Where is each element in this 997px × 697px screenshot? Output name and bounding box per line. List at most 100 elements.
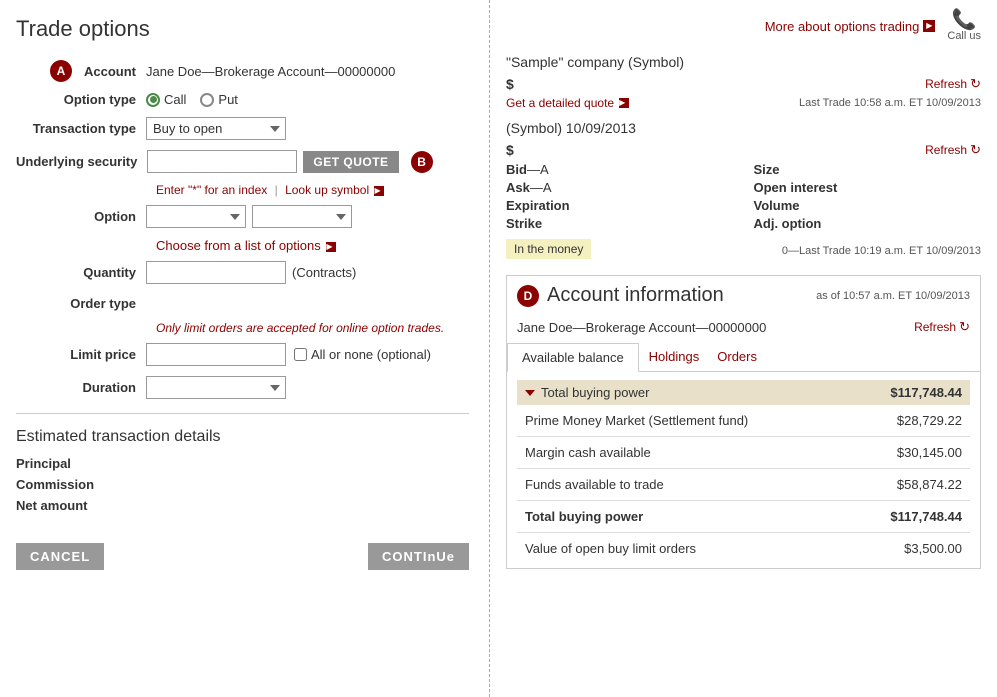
more-options-link[interactable]: More about options trading ▶	[765, 19, 936, 34]
account-value: Jane Doe—Brokerage Account—00000000	[146, 64, 395, 79]
limit-price-label: Limit price	[16, 347, 146, 362]
duration-label: Duration	[16, 380, 146, 395]
account-info-title-row: D Account information	[517, 284, 724, 307]
put-radio[interactable]	[200, 93, 214, 107]
company-refresh-link[interactable]: Refresh ↻	[925, 76, 981, 92]
in-money-badge: In the money	[506, 239, 591, 259]
quantity-input[interactable]	[146, 261, 286, 284]
duration-row: Duration	[16, 376, 469, 399]
quantity-input-row: (Contracts)	[146, 261, 356, 284]
strike-label: Strike	[506, 216, 542, 231]
balance-item-2: Funds available to trade $58,874.22	[517, 473, 970, 496]
contracts-label: (Contracts)	[292, 265, 356, 280]
size-label: Size	[754, 162, 780, 177]
separator: |	[275, 183, 278, 197]
account-info-name: Jane Doe—Brokerage Account—00000000	[517, 320, 766, 335]
option-select-2[interactable]	[252, 205, 352, 228]
size-item: Size	[754, 162, 982, 177]
buying-power-value: $117,748.44	[890, 385, 962, 400]
company-price-dollar: $	[506, 76, 514, 92]
net-amount-label: Net amount	[16, 498, 146, 513]
volume-label: Volume	[754, 198, 800, 213]
help-links: Enter "*" for an index | Look up symbol …	[156, 183, 469, 197]
cancel-button[interactable]: CANCEL	[16, 543, 104, 570]
call-radio[interactable]	[146, 93, 160, 107]
choose-options-link[interactable]: Choose from a list of options ▶	[156, 238, 336, 253]
underlying-row: GET QUOTE B	[147, 150, 432, 173]
commission-row: Commission	[16, 477, 469, 492]
as-of-text: as of 10:57 a.m. ET 10/09/2013	[816, 290, 970, 302]
call-label: Call	[164, 92, 186, 107]
option-refresh-link[interactable]: Refresh ↻	[925, 142, 981, 158]
duration-select[interactable]	[146, 376, 286, 399]
detailed-quote-icon: ▶	[619, 98, 629, 108]
company-name: "Sample" company (Symbol)	[506, 54, 981, 70]
all-or-none-group: All or none (optional)	[294, 347, 431, 362]
put-option[interactable]: Put	[200, 92, 238, 107]
quantity-label: Quantity	[16, 265, 146, 280]
in-money-row: In the money 0—Last Trade 10:19 a.m. ET …	[506, 239, 981, 263]
tab-holdings[interactable]: Holdings	[641, 343, 708, 371]
transaction-type-select[interactable]: Buy to open Sell to close Buy to close S…	[146, 117, 286, 140]
strike-item: Strike	[506, 216, 734, 231]
tab-available-balance[interactable]: Available balance	[507, 343, 639, 372]
option-select-1[interactable]	[146, 205, 246, 228]
lookup-symbol-link[interactable]: Look up symbol ▶	[285, 183, 384, 197]
get-quote-button[interactable]: GET QUOTE	[303, 151, 398, 173]
enter-hint-link[interactable]: Enter "*" for an index	[156, 183, 267, 197]
option-date-header: (Symbol) 10/09/2013	[506, 120, 981, 136]
account-info-refresh-label: Refresh	[914, 320, 956, 334]
account-info-header: D Account information as of 10:57 a.m. E…	[507, 276, 980, 315]
open-interest-item: Open interest	[754, 180, 982, 195]
all-or-none-checkbox[interactable]	[294, 348, 307, 361]
order-type-row: Order type	[16, 294, 469, 311]
account-info-section: D Account information as of 10:57 a.m. E…	[506, 275, 981, 569]
quantity-row: Quantity (Contracts)	[16, 261, 469, 284]
form-section: A Account Jane Doe—Brokerage Account—000…	[16, 60, 469, 570]
bid-value: —A	[527, 162, 549, 177]
balance-section: Total buying power $117,748.44 Prime Mon…	[507, 372, 980, 568]
option-details-grid: Bid—A Size Ask—A Open interest Expiratio…	[506, 162, 981, 231]
all-or-none-label: All or none (optional)	[311, 347, 431, 362]
account-row: A Account Jane Doe—Brokerage Account—000…	[16, 60, 469, 82]
option-refresh-label: Refresh	[925, 143, 967, 157]
last-trade-text: Last Trade 10:58 a.m. ET 10/09/2013	[799, 97, 981, 109]
company-price-row: $ Refresh ↻	[506, 76, 981, 92]
buying-power-label: Total buying power	[541, 385, 649, 400]
choose-ext-icon: ▶	[326, 242, 336, 252]
call-us-button[interactable]: 📞 Call us	[947, 10, 981, 42]
balance-item-4: Value of open buy limit orders $3,500.00	[517, 537, 970, 560]
option-type-label: Option type	[16, 92, 146, 107]
limit-price-input[interactable]	[146, 343, 286, 366]
underlying-input[interactable]	[147, 150, 297, 173]
tabs-row: Available balance Holdings Orders	[507, 343, 980, 372]
account-info-subrow: Jane Doe—Brokerage Account—00000000 Refr…	[507, 315, 980, 343]
call-option[interactable]: Call	[146, 92, 186, 107]
bid-item: Bid—A	[506, 162, 734, 177]
ask-item: Ask—A	[506, 180, 734, 195]
principal-row: Principal	[16, 456, 469, 471]
adj-option-label: Adj. option	[754, 216, 822, 231]
b-badge: B	[411, 151, 433, 173]
expiration-item: Expiration	[506, 198, 734, 213]
a-badge: A	[50, 60, 72, 82]
buying-power-row[interactable]: Total buying power $117,748.44	[517, 380, 970, 405]
option-selects	[146, 205, 352, 228]
panel-divider-2	[517, 468, 970, 469]
lookup-ext-icon: ▶	[374, 186, 384, 196]
triangle-down-icon	[525, 390, 535, 396]
open-interest-label: Open interest	[754, 180, 838, 195]
tab-orders[interactable]: Orders	[709, 343, 765, 371]
d-badge: D	[517, 285, 539, 307]
account-info-refresh-link[interactable]: Refresh ↻	[914, 319, 970, 335]
right-panel: More about options trading ▶ 📞 Call us "…	[490, 0, 997, 697]
continue-button[interactable]: CONTInUe	[368, 543, 469, 570]
more-link-icon: ▶	[923, 20, 935, 32]
detailed-quote-link[interactable]: Get a detailed quote ▶	[506, 96, 629, 110]
in-money-trade-text: 0—Last Trade 10:19 a.m. ET 10/09/2013	[782, 245, 981, 257]
option-row: Option	[16, 205, 469, 228]
option-price-dollar: $	[506, 142, 514, 158]
commission-label: Commission	[16, 477, 146, 492]
call-us-label: Call us	[947, 30, 981, 42]
limit-row: All or none (optional)	[146, 343, 431, 366]
